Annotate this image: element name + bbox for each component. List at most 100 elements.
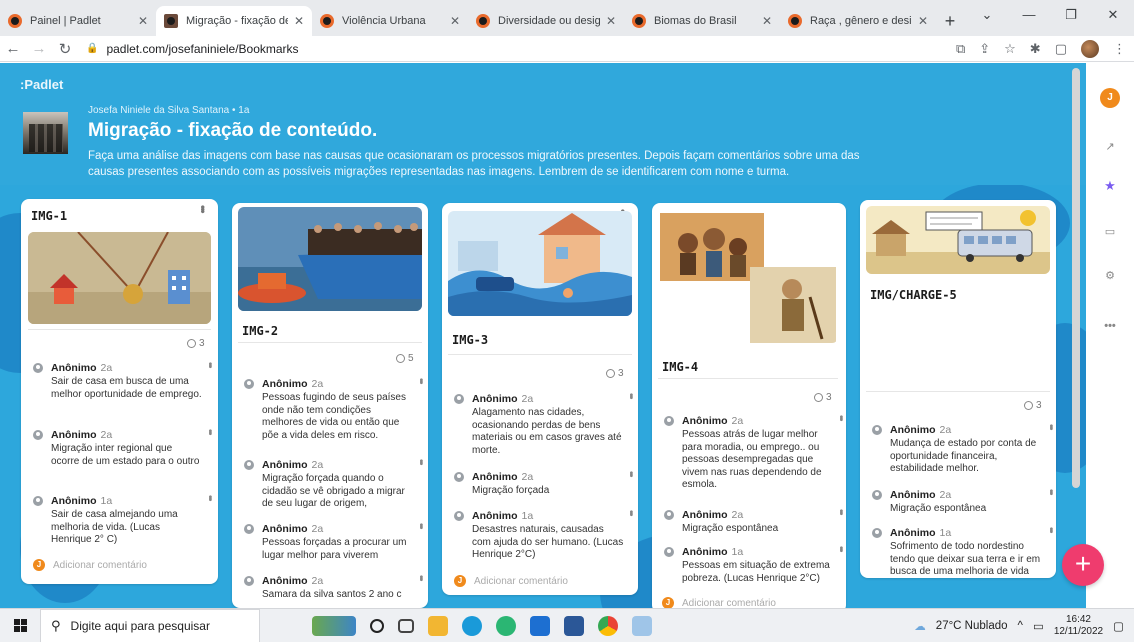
- word-icon[interactable]: [564, 615, 584, 636]
- comment-menu-icon[interactable]: •••: [415, 378, 426, 383]
- comment-menu-icon[interactable]: •••: [1045, 527, 1056, 532]
- tab-diversidade[interactable]: Diversidade ou desigu ✕: [468, 6, 624, 36]
- network-icon[interactable]: ▭: [1033, 619, 1044, 633]
- tab-raca-genero[interactable]: Raça , gênero e desig ✕: [780, 6, 936, 36]
- close-tab-icon[interactable]: ✕: [294, 14, 304, 28]
- close-tab-icon[interactable]: ✕: [450, 14, 460, 28]
- retirantes-painting-image: [658, 209, 838, 343]
- comment-count[interactable]: 3: [1024, 400, 1042, 411]
- task-view-icon[interactable]: [398, 618, 414, 633]
- comment-menu-icon[interactable]: •••: [1045, 424, 1056, 429]
- close-tab-icon[interactable]: ✕: [762, 14, 772, 28]
- comment-author: Anônimo: [890, 489, 936, 501]
- comment-menu-icon[interactable]: •••: [415, 459, 426, 464]
- paint-icon[interactable]: [632, 615, 652, 636]
- board-scrollbar[interactable]: [1072, 68, 1080, 488]
- new-tab-button[interactable]: +: [936, 6, 964, 36]
- post-card-img-charge-5[interactable]: ••• IMG/CHARGE-5 3 Anônimo2a Mudança de …: [860, 200, 1056, 578]
- qgis-icon[interactable]: [496, 615, 516, 636]
- install-icon[interactable]: ⧉: [956, 41, 965, 57]
- comment-menu-icon[interactable]: •••: [204, 495, 215, 500]
- user-avatar-button[interactable]: J: [1100, 88, 1120, 108]
- comment-text: Pessoas em situação de extrema pobreza. …: [682, 560, 830, 584]
- tab-painel-padlet[interactable]: Painel | Padlet ✕: [0, 6, 156, 36]
- post-image[interactable]: [866, 206, 1050, 274]
- post-image[interactable]: [658, 209, 838, 343]
- close-tab-icon[interactable]: ✕: [606, 14, 616, 28]
- comment-menu-icon[interactable]: •••: [415, 575, 426, 580]
- post-image[interactable]: [238, 207, 422, 311]
- comment-text: Migração forçada quando o cidadão se vê …: [262, 473, 405, 509]
- notifications-icon[interactable]: ▢: [1113, 619, 1124, 633]
- post-title: IMG-3: [452, 333, 489, 347]
- post-card-img-2[interactable]: ••• IMG-2 5 Anônimo2a Pessoas fugindo de…: [232, 203, 428, 608]
- comment-menu-icon[interactable]: •••: [835, 509, 846, 514]
- minimize-button[interactable]: —: [1008, 0, 1050, 30]
- tray-chevron-icon[interactable]: ^: [1018, 620, 1023, 632]
- remake-star-icon[interactable]: ★: [1100, 176, 1120, 196]
- lock-icon: 🔒: [86, 43, 99, 54]
- browser-menu-icon[interactable]: ⋮: [1113, 41, 1126, 57]
- settings-gear-icon[interactable]: ⚙: [1100, 266, 1120, 286]
- search-icon: ⚲: [51, 617, 61, 633]
- post-image[interactable]: [448, 211, 632, 316]
- sidepanel-icon[interactable]: ▢: [1055, 41, 1067, 57]
- comment-menu-icon[interactable]: •••: [204, 362, 215, 367]
- comment-menu-icon[interactable]: •••: [835, 546, 846, 551]
- taskbar-search[interactable]: ⚲ Digite aqui para pesquisar: [40, 608, 260, 642]
- share-icon[interactable]: ⇪: [979, 41, 990, 57]
- comment-count[interactable]: 3: [814, 392, 832, 403]
- weather-text[interactable]: 27°C Nublado: [936, 620, 1008, 632]
- share-icon[interactable]: ↗: [1100, 137, 1120, 157]
- cortana-icon[interactable]: [370, 618, 384, 633]
- reload-icon[interactable]: ↻: [52, 40, 78, 58]
- mail-icon[interactable]: [530, 615, 550, 636]
- comment-menu-icon[interactable]: •••: [835, 415, 846, 420]
- add-comment-button[interactable]: J Adicionar comentário: [662, 597, 776, 608]
- comment-menu-icon[interactable]: •••: [625, 471, 636, 476]
- url-field[interactable]: 🔒 padlet.com/josefaniniele/Bookmarks: [86, 42, 299, 56]
- padlet-logo[interactable]: :Padlet: [20, 77, 63, 92]
- comment-menu-icon[interactable]: •••: [1045, 489, 1056, 494]
- post-card-img-3[interactable]: ••• IMG-3 3 Anônimo2a Alagamento nas cid…: [442, 203, 638, 595]
- post-card-img-1[interactable]: ••• IMG-1 3 Anônimo 2a Sair de casa em bu…: [21, 199, 218, 584]
- comment-count[interactable]: 3: [606, 368, 624, 379]
- page-title: Migração - fixação de conteúdo.: [88, 120, 378, 141]
- profile-avatar-icon[interactable]: [1081, 40, 1099, 58]
- tab-biomas[interactable]: Biomas do Brasil ✕: [624, 6, 780, 36]
- tab-migracao[interactable]: Migração - fixação de ✕: [156, 6, 312, 36]
- chrome-icon[interactable]: [598, 615, 618, 636]
- add-comment-button[interactable]: J Adicionar comentário: [33, 559, 147, 571]
- comment-count[interactable]: 3: [187, 338, 205, 349]
- anonymous-avatar-icon: [454, 472, 464, 482]
- comment-menu-icon[interactable]: •••: [415, 523, 426, 528]
- comment-menu-icon[interactable]: •••: [625, 393, 636, 398]
- post-image[interactable]: [28, 232, 211, 324]
- close-window-button[interactable]: ✕: [1092, 0, 1134, 30]
- edge-icon[interactable]: [462, 615, 482, 636]
- close-tab-icon[interactable]: ✕: [918, 14, 928, 28]
- windows-start-button[interactable]: [0, 619, 40, 632]
- more-options-icon[interactable]: •••: [1100, 316, 1120, 336]
- comment-count[interactable]: 5: [396, 353, 414, 364]
- add-comment-button[interactable]: J Adicionar comentário: [454, 575, 568, 587]
- back-icon[interactable]: ←: [0, 40, 26, 57]
- comment-menu-icon[interactable]: •••: [625, 510, 636, 515]
- close-tab-icon[interactable]: ✕: [138, 14, 148, 28]
- forward-icon[interactable]: →: [26, 40, 52, 57]
- add-post-button[interactable]: +: [1062, 544, 1104, 586]
- slideshow-icon[interactable]: ▭: [1100, 222, 1120, 242]
- post-menu-icon[interactable]: •••: [196, 205, 210, 212]
- extensions-icon[interactable]: ✱: [1030, 41, 1041, 57]
- tab-search-icon[interactable]: ⌄: [966, 0, 1008, 30]
- padlet-favicon-icon: [320, 14, 334, 28]
- comment-menu-icon[interactable]: •••: [204, 429, 215, 434]
- maximize-button[interactable]: ❐: [1050, 0, 1092, 30]
- comment-text: Migração espontânea: [890, 503, 987, 514]
- bookmark-star-icon[interactable]: ☆: [1004, 41, 1016, 57]
- post-card-img-4[interactable]: ••• IMG-4 3 Anônimo2a Pessoas atrás de l…: [652, 203, 846, 608]
- news-widget-icon[interactable]: [312, 615, 356, 636]
- clock[interactable]: 16:42 12/11/2022: [1054, 614, 1103, 638]
- tab-violencia-urbana[interactable]: Violência Urbana ✕: [312, 6, 468, 36]
- file-explorer-icon[interactable]: [428, 615, 448, 636]
